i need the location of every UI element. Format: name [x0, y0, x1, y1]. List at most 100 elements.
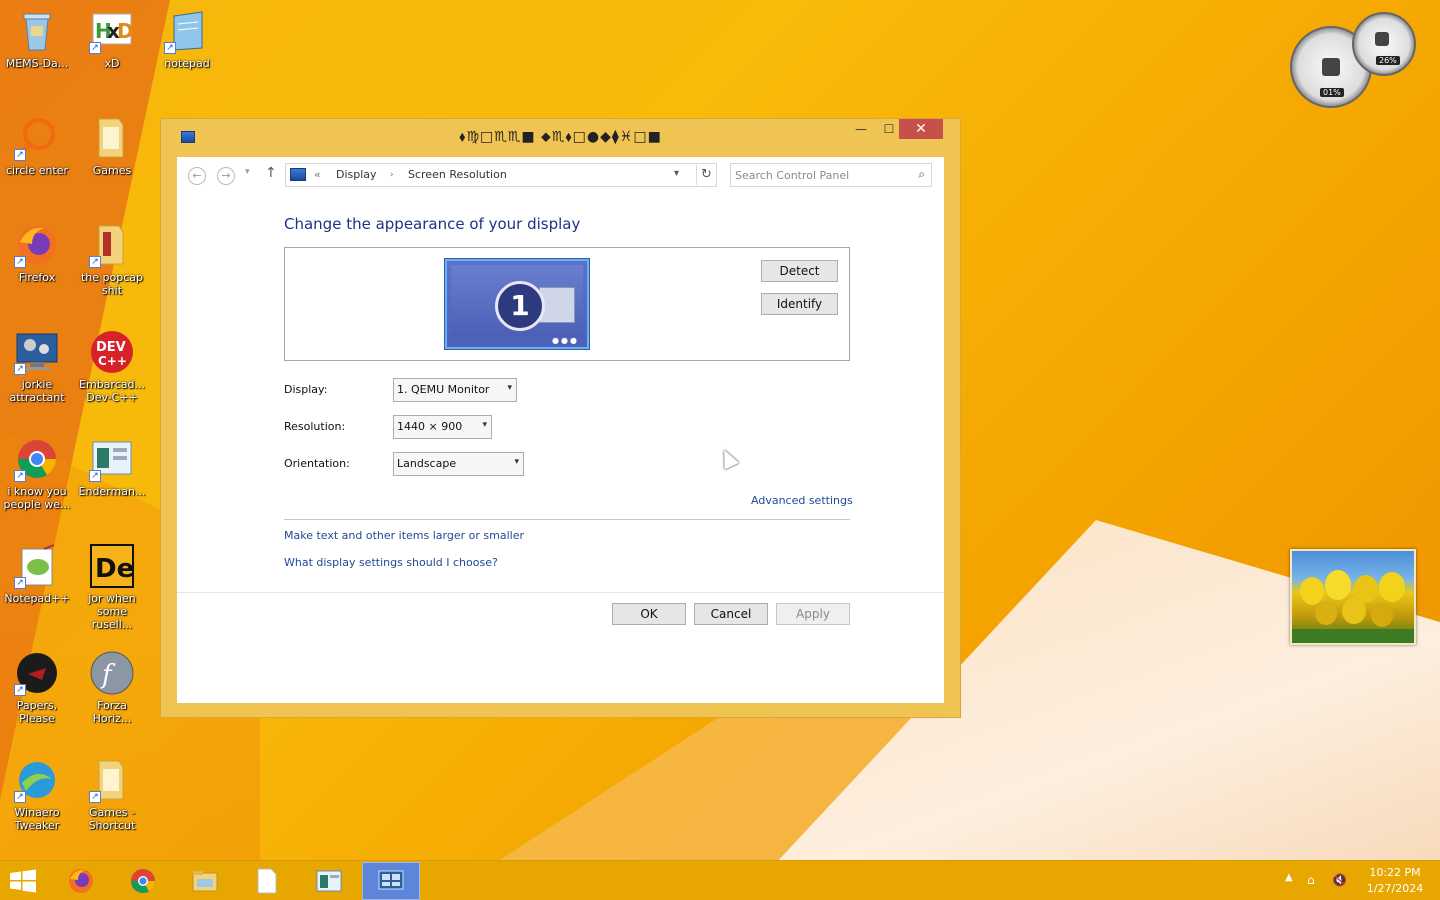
taskbar-document[interactable]	[238, 862, 296, 900]
desktop-icon-label: Games - Shortcut	[88, 806, 136, 832]
breadcrumb-separator[interactable]: ›	[390, 170, 394, 180]
desktop-icon-firefox[interactable]: ↗ Firefox	[2, 222, 72, 284]
desktop-icon-label: Embarcad... Dev-C++	[79, 378, 145, 404]
ok-button[interactable]: OK	[612, 603, 686, 625]
desktop-icon-label: Papers, Please	[16, 699, 58, 725]
navigation-bar: ← → ▾ ↑ « Display › Screen Resolution ▾ …	[177, 157, 944, 195]
cpu-value: 01%	[1320, 88, 1344, 97]
folder-icon	[192, 871, 218, 892]
address-overflow-chevron[interactable]: «	[314, 168, 321, 181]
memory-value: 26%	[1376, 56, 1400, 65]
desktop-icon-label: Enderman...	[78, 485, 146, 498]
forward-button[interactable]: →	[217, 167, 235, 185]
taskbar-firefox[interactable]	[52, 862, 110, 900]
resolution-select[interactable]: 1440 × 900 ▾	[393, 415, 492, 439]
taskbar-file-explorer[interactable]	[176, 862, 234, 900]
desktop-icon-notepadpp[interactable]: ↗ Notepad++	[2, 543, 72, 605]
apply-button[interactable]: Apply	[776, 603, 850, 625]
detect-button[interactable]: Detect	[761, 260, 838, 282]
desktop-icon-jorkie-attractant[interactable]: ↗ jorkie attractant	[2, 329, 72, 404]
firefox-icon	[69, 869, 93, 893]
monitor-dots-icon: ●●●	[552, 336, 579, 345]
desktop-icon-notepad[interactable]: ↗ notepad	[152, 8, 222, 70]
display-label: Display:	[284, 383, 328, 396]
chevron-down-icon: ▾	[482, 420, 487, 430]
text-size-link[interactable]: Make text and other items larger or smal…	[284, 529, 524, 542]
identify-button[interactable]: Identify	[761, 293, 838, 315]
svg-text:C++: C++	[98, 354, 127, 368]
taskbar-control-panel[interactable]	[362, 862, 420, 900]
volume-muted-icon[interactable]: 🔇	[1332, 873, 1347, 887]
search-icon[interactable]: ⌕	[918, 167, 925, 182]
taskbar-app-window[interactable]	[300, 862, 358, 900]
start-button[interactable]	[8, 869, 42, 893]
monitor-1-thumbnail[interactable]: 1 ●●●	[445, 259, 589, 349]
slideshow-gadget[interactable]	[1290, 549, 1416, 645]
up-button[interactable]: ↑	[265, 165, 277, 181]
firefox-icon: ↗	[14, 222, 60, 268]
desktop-icon-recycle-bin[interactable]: MEMS-Da...	[2, 8, 72, 70]
desktop-icon-devcpp[interactable]: DEV C++ Embarcad... Dev-C++	[77, 329, 147, 404]
close-button[interactable]: ✕	[899, 119, 943, 139]
notepadpp-icon: ↗	[14, 543, 60, 589]
address-dropdown-icon[interactable]: ▾	[674, 168, 679, 179]
desktop-icon-games-shortcut[interactable]: ↗ Games - Shortcut	[77, 757, 147, 832]
back-button[interactable]: ←	[188, 167, 206, 185]
desktop-icon-label: MEMS-Da...	[5, 57, 69, 70]
breadcrumb-display[interactable]: Display	[336, 168, 377, 181]
cpu-chip-icon	[1322, 58, 1340, 76]
svg-text:D: D	[117, 19, 134, 43]
monitor-arrangement-panel: 1 ●●● Detect Identify	[284, 247, 850, 361]
taskbar-chrome[interactable]	[114, 862, 172, 900]
chrome-icon: ↗	[14, 436, 60, 482]
display-select[interactable]: 1. QEMU Monitor ▾	[393, 378, 517, 402]
minimize-button[interactable]: —	[847, 119, 875, 139]
cpu-meter-gadget[interactable]: 01% 26%	[1290, 12, 1420, 108]
desktop-icon-papers-please[interactable]: ↗ Papers, Please	[2, 650, 72, 725]
svg-text:DEV: DEV	[96, 340, 126, 355]
recent-locations-chevron-icon[interactable]: ▾	[245, 167, 250, 177]
desktop-icon-the-popcap[interactable]: ↗ the popcap shit	[77, 222, 147, 297]
clock-date: 1/27/2024	[1366, 882, 1424, 895]
orientation-label: Orientation:	[284, 457, 350, 470]
advanced-settings-link[interactable]: Advanced settings	[751, 494, 853, 507]
screen-resolution-window: ⬧♍︎□︎♏︎♏︎■︎ ⬥︎♏︎⬧︎□︎●︎◆︎⧫︎♓︎□︎■︎ — ☐ ✕ ←…	[160, 118, 961, 718]
desktop-icon-de[interactable]: De jor when some rusell...	[77, 543, 147, 631]
search-input[interactable]	[735, 167, 905, 183]
refresh-icon[interactable]: ↻	[696, 165, 716, 185]
desktop-icon-enderman[interactable]: ↗ Enderman...	[77, 436, 147, 498]
desktop-icon-label: Notepad++	[4, 592, 70, 605]
desktop-icon-label: Firefox	[18, 271, 56, 284]
desktop-icon-hxd[interactable]: HxD ↗ xD	[77, 8, 147, 70]
desktop-icon-label: the popcap shit	[80, 271, 143, 297]
chevron-down-icon: ▾	[507, 383, 512, 393]
folder-icon: ↗	[89, 222, 135, 268]
desktop-icon-winaero[interactable]: ↗ Winaero Tweaker	[2, 757, 72, 832]
chrome-icon	[131, 869, 155, 894]
show-hidden-icons-chevron-icon[interactable]: ▲	[1285, 872, 1293, 883]
desktop-icon-forza[interactable]: f Forza Horiz...	[77, 650, 147, 725]
desktop-icon-games[interactable]: Games	[77, 115, 147, 177]
orientation-select[interactable]: Landscape ▾	[393, 452, 524, 476]
display-help-link[interactable]: What display settings should I choose?	[284, 556, 498, 569]
search-box[interactable]: ⌕	[730, 163, 932, 187]
address-bar[interactable]: « Display › Screen Resolution ▾ ↻	[285, 163, 717, 187]
memory-dial: 26%	[1352, 12, 1416, 76]
window-app-icon: ↗	[89, 436, 135, 482]
taskbar: ▲ ⌂ 🔇 10:22 PM 1/27/2024	[0, 860, 1440, 900]
cancel-button[interactable]: Cancel	[694, 603, 768, 625]
desktop-icon-label: circle enter	[5, 164, 69, 177]
desktop-icon-chrome[interactable]: ↗ i know you people we...	[2, 436, 72, 511]
title-bar[interactable]: ⬧♍︎□︎♏︎♏︎■︎ ⬥︎♏︎⬧︎□︎●︎◆︎⧫︎♓︎□︎■︎ — ☐ ✕	[161, 119, 960, 157]
breadcrumb-screen-resolution[interactable]: Screen Resolution	[408, 168, 507, 181]
control-panel-icon	[378, 870, 404, 890]
de-icon: De	[89, 543, 135, 589]
desktop-icon-circle-enter[interactable]: ↗ circle enter	[2, 115, 72, 177]
desktop-icon-label: Games	[92, 164, 132, 177]
monitor-number: 1	[495, 281, 545, 331]
svg-text:De: De	[95, 554, 134, 584]
system-clock[interactable]: 10:22 PM 1/27/2024	[1360, 865, 1430, 897]
monitor-gear-icon: ↗	[14, 329, 60, 375]
desktop-icon-label: jor when some rusell...	[88, 592, 136, 631]
network-icon[interactable]: ⌂	[1307, 873, 1315, 887]
